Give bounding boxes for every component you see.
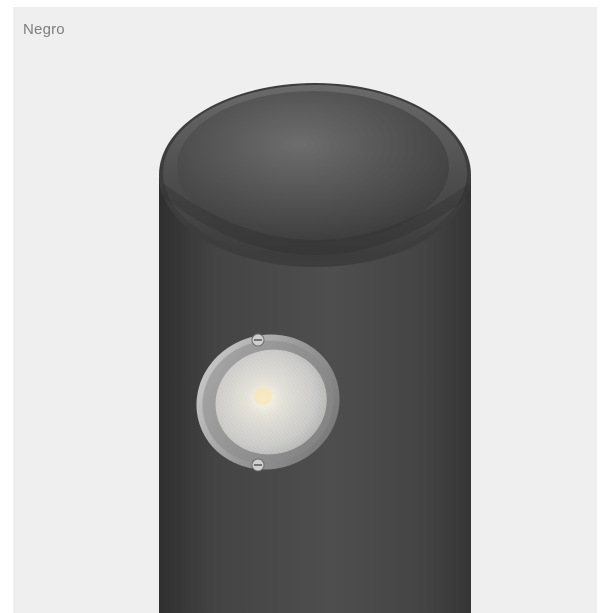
screw-bottom xyxy=(251,458,265,472)
screw-top xyxy=(251,333,265,347)
product-image-frame: Negro xyxy=(13,7,597,613)
bollard-light-image xyxy=(159,83,471,613)
